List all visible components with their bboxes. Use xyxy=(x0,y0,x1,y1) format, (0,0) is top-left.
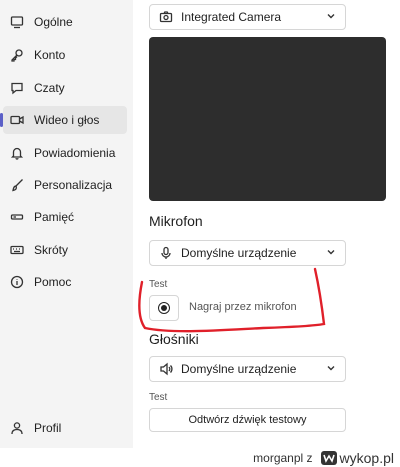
microphone-icon xyxy=(159,246,173,260)
sidebar-item-help[interactable]: Pomoc xyxy=(3,268,127,296)
sidebar-item-label: Pomoc xyxy=(34,275,72,289)
sidebar-item-label: Konto xyxy=(34,48,66,62)
camera-icon xyxy=(159,10,173,24)
settings-sidebar: Ogólne Konto Czaty Wideo i głos Powiadom… xyxy=(0,0,133,448)
sidebar-item-label: Ogólne xyxy=(34,15,73,29)
storage-icon xyxy=(9,209,25,225)
chevron-down-icon xyxy=(326,10,336,24)
sidebar-item-label: Wideo i głos xyxy=(34,113,100,127)
watermark-bar: morganpl z wykop.pl xyxy=(0,448,400,467)
wykop-logo-text: wykop.pl xyxy=(339,449,394,466)
key-icon xyxy=(9,47,25,63)
sidebar-item-label: Skróty xyxy=(34,243,69,257)
sidebar-item-label: Personalizacja xyxy=(34,178,113,192)
bell-icon xyxy=(9,145,25,161)
chevron-down-icon xyxy=(326,246,336,260)
sidebar-item-label: Powiadomienia xyxy=(34,146,116,160)
play-test-sound-button[interactable]: Odtwórz dźwięk testowy xyxy=(149,408,346,432)
brush-icon xyxy=(9,177,25,193)
info-icon xyxy=(9,274,25,290)
speakers-select[interactable]: Domyślne urządzenie xyxy=(149,356,346,382)
sidebar-item-label: Pamięć xyxy=(34,210,75,224)
sidebar-item-profile[interactable]: Profil xyxy=(3,414,127,442)
sidebar-item-account[interactable]: Konto xyxy=(3,41,127,69)
keyboard-icon xyxy=(9,242,25,258)
sidebar-item-shortcuts[interactable]: Skróty xyxy=(3,236,127,264)
speakers-section-title: Głośniki xyxy=(149,331,199,347)
microphone-select-value: Domyślne urządzenie xyxy=(181,246,297,260)
sidebar-item-notifications[interactable]: Powiadomienia xyxy=(3,139,127,167)
microphone-select[interactable]: Domyślne urządzenie xyxy=(149,240,346,266)
record-microphone-label: Nagraj przez mikrofon xyxy=(189,301,297,313)
record-icon xyxy=(158,302,170,314)
microphone-test-label: Test xyxy=(149,279,168,290)
sidebar-item-label: Czaty xyxy=(34,81,65,95)
chevron-down-icon xyxy=(326,362,336,376)
camera-select-value: Integrated Camera xyxy=(181,10,282,24)
person-icon xyxy=(9,420,25,436)
general-icon xyxy=(9,14,25,30)
sidebar-item-general[interactable]: Ogólne xyxy=(3,8,127,36)
speakers-test-label: Test xyxy=(149,392,168,403)
speakers-select-value: Domyślne urządzenie xyxy=(181,362,297,376)
camera-preview xyxy=(149,37,386,201)
microphone-section-title: Mikrofon xyxy=(149,213,203,229)
sidebar-item-label: Profil xyxy=(34,421,62,435)
video-icon xyxy=(9,112,25,128)
wykop-logo: wykop.pl xyxy=(320,449,394,466)
sidebar-item-video-voice[interactable]: Wideo i głos xyxy=(0,106,127,134)
chat-icon xyxy=(9,80,25,96)
sidebar-item-chats[interactable]: Czaty xyxy=(3,74,127,102)
sidebar-item-personalization[interactable]: Personalizacja xyxy=(3,171,127,199)
camera-select[interactable]: Integrated Camera xyxy=(149,4,346,30)
speaker-icon xyxy=(159,362,173,376)
watermark-user: morganpl z xyxy=(253,450,313,465)
sidebar-item-storage[interactable]: Pamięć xyxy=(3,203,127,231)
wykop-icon xyxy=(320,450,337,465)
record-microphone-button[interactable] xyxy=(149,295,179,321)
